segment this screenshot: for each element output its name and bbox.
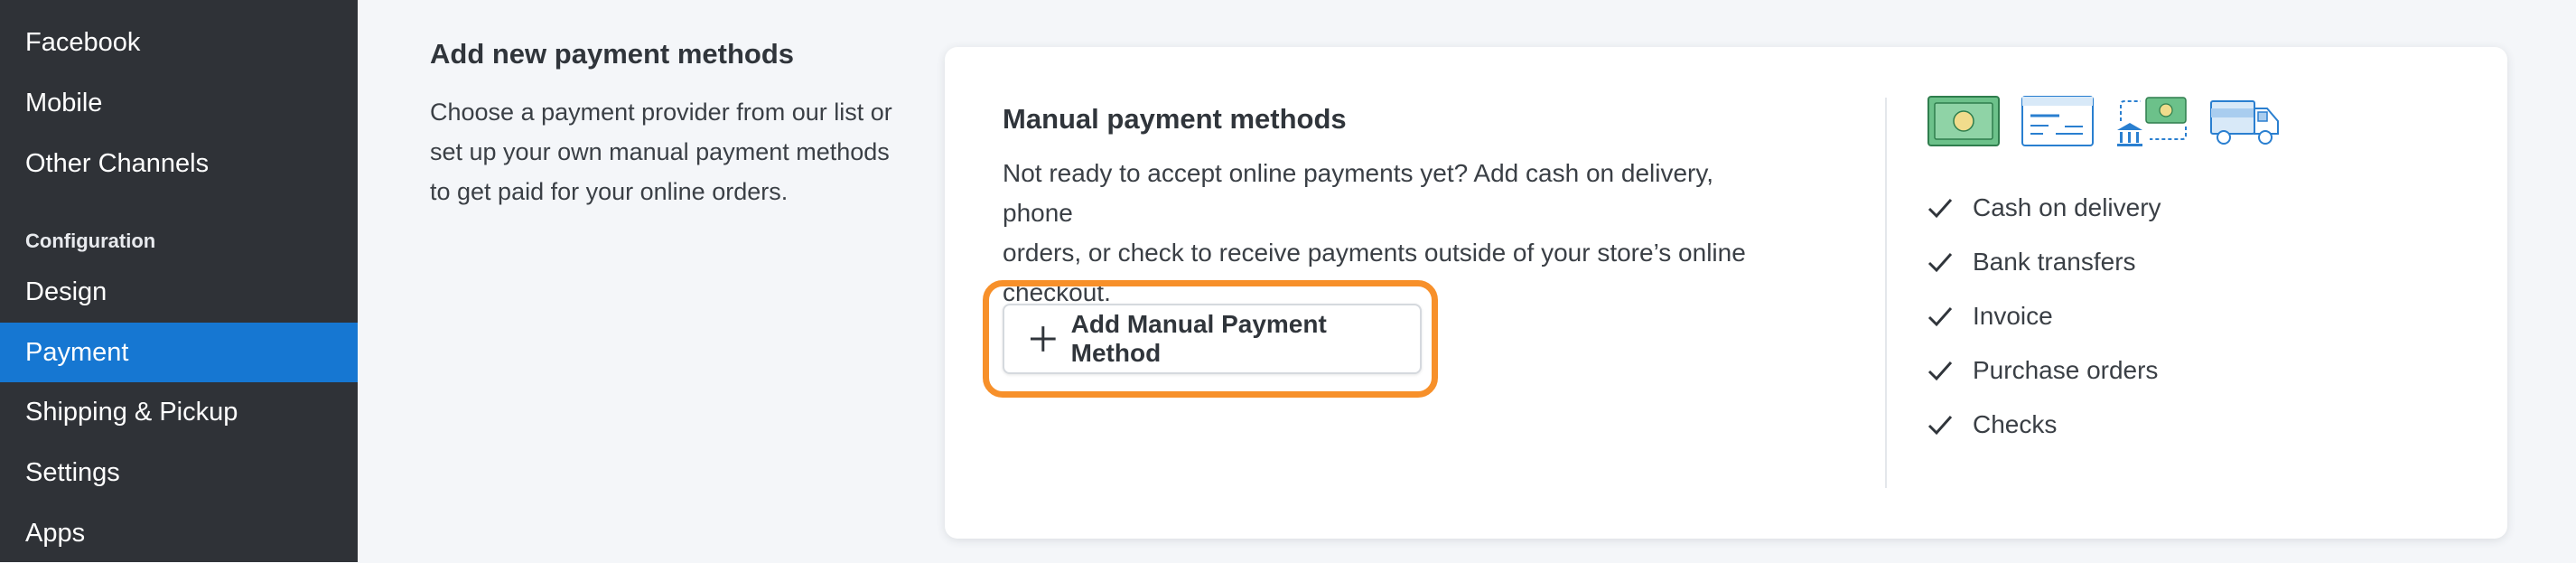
bank-transfer-icon <box>2117 97 2187 146</box>
feature-item-bank-transfers: Bank transfers <box>1926 244 2136 280</box>
check-document-icon <box>2021 96 2094 146</box>
section-description-line: Choose a payment provider from our list … <box>430 99 892 126</box>
check-icon <box>1927 361 1953 381</box>
card-divider <box>1885 98 1887 488</box>
manual-payment-card: Manual payment methods Not ready to acce… <box>945 47 2507 539</box>
section-description-line: to get paid for your online orders. <box>430 178 789 205</box>
feature-label: Bank transfers <box>1973 248 2136 276</box>
add-manual-payment-method-button[interactable]: Add Manual Payment Method <box>1003 304 1422 374</box>
check-icon <box>1927 253 1953 273</box>
feature-label: Purchase orders <box>1973 356 2159 384</box>
sidebar-item-other-channels[interactable]: Other Channels <box>0 134 358 193</box>
feature-label: Cash on delivery <box>1973 193 2161 221</box>
sidebar-item-design[interactable]: Design <box>0 262 358 322</box>
card-title: Manual payment methods <box>1003 103 1347 135</box>
sidebar: Facebook Mobile Other Channels Configura… <box>0 0 358 562</box>
card-description-line: Not ready to accept online payments yet?… <box>1003 159 1714 227</box>
check-icon <box>1927 416 1953 436</box>
check-icon <box>1927 307 1953 327</box>
sidebar-section-configuration: Configuration <box>25 230 156 252</box>
feature-item-purchase-orders: Purchase orders <box>1926 352 2158 389</box>
add-button-label: Add Manual Payment Method <box>1070 310 1327 367</box>
sidebar-item-settings[interactable]: Settings <box>0 443 358 502</box>
sidebar-item-payment[interactable]: Payment <box>0 323 358 382</box>
plus-icon <box>1030 326 1056 352</box>
feature-label: Checks <box>1973 410 2058 438</box>
sidebar-item-mobile[interactable]: Mobile <box>0 73 358 133</box>
feature-label: Invoice <box>1973 302 2053 330</box>
feature-item-invoice: Invoice <box>1926 298 2053 334</box>
sidebar-item-shipping-pickup[interactable]: Shipping & Pickup <box>0 382 358 442</box>
card-description-line: orders, or check to receive payments out… <box>1003 239 1746 267</box>
section-description: Choose a payment provider from our list … <box>430 92 936 211</box>
check-icon <box>1927 199 1953 219</box>
delivery-truck-icon <box>2210 100 2279 145</box>
feature-item-checks: Checks <box>1926 407 2057 443</box>
feature-item-cash-on-delivery: Cash on delivery <box>1926 190 2161 226</box>
section-title: Add new payment methods <box>430 38 795 70</box>
sidebar-item-apps[interactable]: Apps <box>0 503 358 563</box>
sidebar-item-facebook[interactable]: Facebook <box>0 13 358 72</box>
cash-icon <box>1927 96 2000 146</box>
section-description-line: set up your own manual payment methods <box>430 138 890 165</box>
